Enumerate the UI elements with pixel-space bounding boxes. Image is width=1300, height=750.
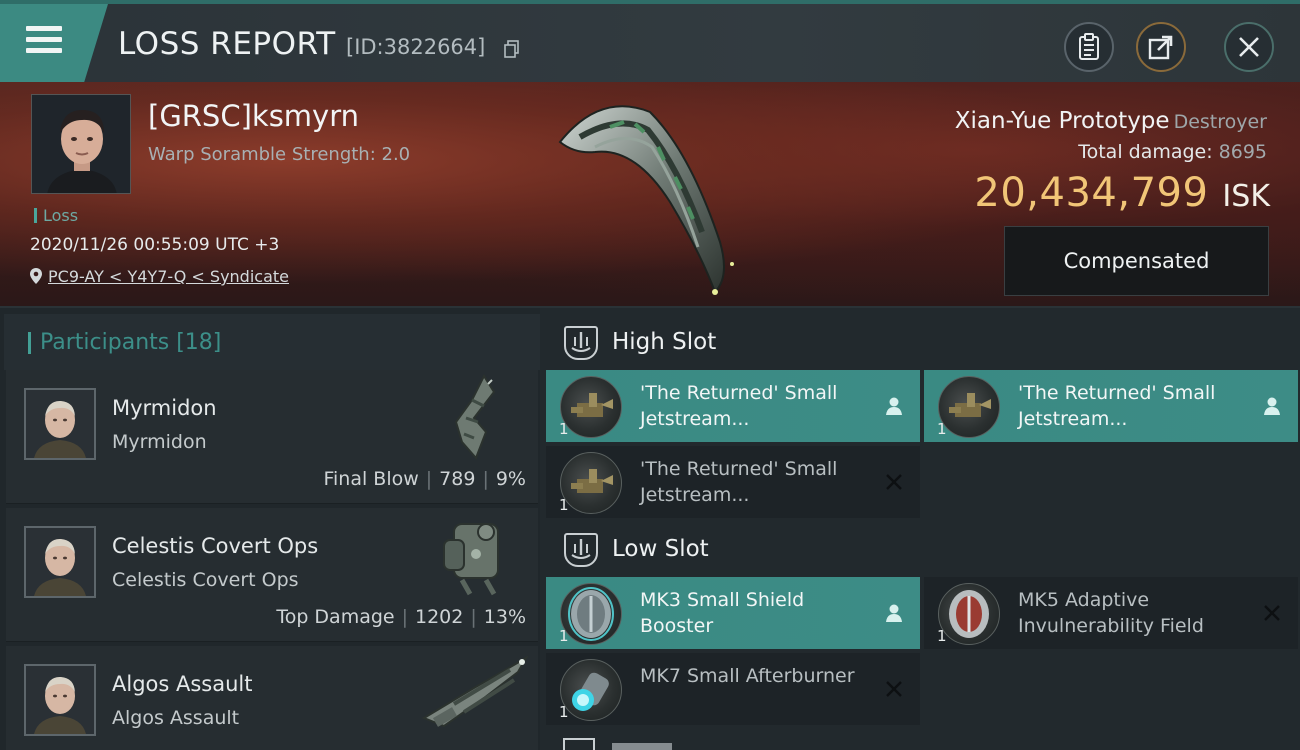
pilot-portrait-icon	[26, 528, 94, 596]
small-jetstream-module-icon	[560, 452, 622, 514]
module-name: MK7 Small Afterburner	[640, 665, 855, 687]
destroyed-x-icon	[882, 470, 906, 494]
module-qty: 1	[559, 496, 569, 514]
share-button[interactable]	[1136, 22, 1186, 72]
mid-slot-header-partial	[562, 736, 682, 750]
location-pin-icon	[30, 268, 42, 284]
module-qty: 1	[937, 420, 947, 438]
destroyed-x-icon	[1260, 601, 1284, 625]
celestis-ship-image	[443, 523, 499, 596]
low-slot-icon	[564, 533, 598, 567]
pilot-portrait-icon	[26, 666, 94, 734]
module-item[interactable]: 1 'The Returned' Small Jetstream...	[546, 446, 920, 518]
top-bar: LOSS REPORT [ID:3822664]	[0, 0, 1300, 82]
module-item[interactable]: 1 'The Returned' Small Jetstream...	[546, 370, 920, 442]
destroyed-x-icon	[882, 677, 906, 701]
compensated-button[interactable]: Compensated	[1004, 226, 1269, 296]
participants-panel: Participants [18] Myrmidon Myrmidon Fina…	[0, 308, 540, 750]
report-id: [ID:3822664]	[346, 35, 486, 59]
module-item[interactable]: 1 MK3 Small Shield Booster	[546, 577, 920, 649]
participants-header: Participants [18]	[4, 314, 540, 370]
menu-button[interactable]	[0, 4, 108, 82]
high-slot-title: High Slot	[612, 329, 717, 355]
low-slot-title: Low Slot	[612, 536, 709, 562]
module-qty: 1	[559, 703, 569, 721]
participant-role: Final Blow	[323, 468, 419, 490]
participant-ship: Myrmidon	[112, 396, 217, 420]
participant-pilot: Celestis Covert Ops	[112, 569, 299, 591]
shield-booster-module-icon	[560, 583, 622, 645]
loss-datetime: 2020/11/26 00:55:09 UTC +3	[30, 235, 280, 255]
participant-ship: Celestis Covert Ops	[112, 534, 319, 558]
victim-portrait[interactable]	[31, 94, 131, 194]
loss-tag: Loss	[34, 206, 78, 225]
isk-value: 20,434,799 ISK	[974, 170, 1270, 216]
ship-name[interactable]: Xian-Yue Prototype Destroyer	[955, 108, 1267, 134]
participant-portrait	[24, 388, 96, 460]
total-damage: Total damage: 8695	[1078, 141, 1267, 163]
destroyed-ship-image	[558, 105, 734, 295]
total-damage-value: 8695	[1218, 141, 1267, 163]
module-name: 'The Returned' Small Jetstream...	[640, 458, 838, 506]
participant-pilot: Algos Assault	[112, 707, 240, 729]
participant-percent: 9%	[495, 468, 526, 490]
high-slot-icon	[564, 326, 598, 360]
participant-percent: 13%	[483, 606, 526, 628]
small-jetstream-module-icon	[938, 376, 1000, 438]
participant-damage: 789	[439, 468, 476, 490]
module-qty: 1	[559, 627, 569, 645]
module-name: 'The Returned' Small Jetstream...	[640, 382, 838, 430]
module-item[interactable]: 1 MK5 Adaptive Invulnerability Field	[924, 577, 1298, 649]
participant-ship: Algos Assault	[112, 672, 253, 696]
participant-row[interactable]: Celestis Covert Ops Celestis Covert Ops …	[6, 508, 538, 642]
clipboard-button[interactable]	[1064, 22, 1114, 72]
share-icon	[1148, 35, 1173, 60]
dropped-person-icon	[1260, 394, 1284, 418]
isk-unit: ISK	[1222, 179, 1270, 214]
participant-portrait	[24, 526, 96, 598]
menu-icon	[26, 26, 62, 56]
isk-amount: 20,434,799	[974, 170, 1209, 216]
module-qty: 1	[937, 627, 947, 645]
module-qty: 1	[559, 420, 569, 438]
algos-ship-image	[421, 655, 529, 728]
clipboard-icon	[1079, 33, 1099, 60]
participant-stats: Top Damage | 1202 | 13%	[276, 606, 526, 628]
participant-row[interactable]: Myrmidon Myrmidon Final Blow | 789 | 9%	[6, 370, 538, 504]
module-name: 'The Returned' Small Jetstream...	[1018, 382, 1216, 430]
close-icon	[1239, 37, 1259, 57]
participant-stats: Final Blow | 789 | 9%	[323, 468, 526, 490]
module-name: MK5 Adaptive Invulnerability Field	[1018, 589, 1204, 637]
module-item[interactable]: 1 'The Returned' Small Jetstream...	[924, 370, 1298, 442]
ship-class: Destroyer	[1173, 111, 1267, 133]
participant-row[interactable]: Algos Assault Algos Assault	[6, 646, 538, 750]
warp-scramble-strength: Warp Soramble Strength: 2.0	[148, 144, 411, 165]
small-jetstream-module-icon	[560, 376, 622, 438]
participant-role: Top Damage	[276, 606, 395, 628]
pilot-portrait-icon	[26, 390, 94, 458]
close-button[interactable]	[1224, 22, 1274, 72]
location-link[interactable]: PC9-AY < Y4Y7-Q < Syndicate	[48, 267, 289, 286]
participant-portrait	[24, 664, 96, 736]
dropped-person-icon	[882, 601, 906, 625]
high-slot-header: High Slot	[550, 314, 1300, 370]
ship-type-name[interactable]: Xian-Yue Prototype	[955, 108, 1170, 134]
victim-name[interactable]: [GRSC]ksmyrn	[148, 99, 359, 133]
invulnerability-field-module-icon	[938, 583, 1000, 645]
participant-pilot: Myrmidon	[112, 431, 207, 453]
afterburner-module-icon	[560, 659, 622, 721]
module-name: MK3 Small Shield Booster	[640, 589, 805, 637]
myrmidon-ship-image	[454, 373, 496, 460]
module-item[interactable]: 1 MK7 Small Afterburner	[546, 653, 920, 725]
pilot-portrait-icon	[32, 95, 130, 193]
low-slot-header: Low Slot	[550, 521, 1300, 577]
total-damage-label: Total damage:	[1078, 141, 1213, 163]
dropped-person-icon	[882, 394, 906, 418]
copy-icon[interactable]	[504, 40, 520, 58]
participant-damage: 1202	[415, 606, 464, 628]
page-title: LOSS REPORT	[118, 26, 336, 62]
loss-location[interactable]: PC9-AY < Y4Y7-Q < Syndicate	[30, 267, 289, 286]
